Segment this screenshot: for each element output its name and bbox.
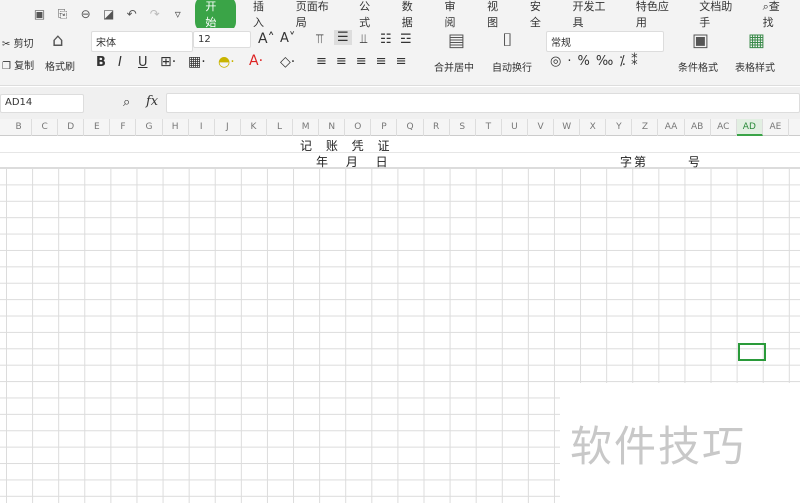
export-icon[interactable]: ⎘: [55, 6, 70, 22]
font-select[interactable]: 宋体: [91, 31, 193, 52]
ribbon: ✂ 剪切 ❐ 复制 ⌂ 格式刷 宋体 12 A˄ A˅ B I U ⊞· ▦· …: [0, 28, 800, 86]
table-style-button[interactable]: 表格样式: [735, 59, 775, 74]
customize-icon[interactable]: ▿: [170, 6, 185, 22]
save-icon[interactable]: ▣: [32, 6, 47, 22]
column-header-e[interactable]: E: [84, 119, 111, 136]
fill-color-icon[interactable]: ◓·: [218, 54, 235, 70]
undo-icon[interactable]: ↶: [124, 6, 139, 22]
column-header-ac[interactable]: AC: [711, 119, 737, 136]
column-header-g[interactable]: G: [137, 119, 163, 136]
voucher-title: 记 账 凭 证: [300, 139, 392, 153]
column-header-u[interactable]: U: [502, 119, 528, 136]
column-header-k[interactable]: K: [241, 119, 267, 136]
align-middle-icon[interactable]: ☰: [334, 30, 352, 45]
voucher-number-prefix: 字第: [620, 155, 649, 169]
column-header-y[interactable]: Y: [606, 119, 633, 136]
increase-font-icon[interactable]: A˄: [258, 31, 275, 47]
menu-bar: ▣ ⎘ ⊖ ◪ ↶ ↷ ▿ 开始 插入 页面布局 公式 数据 审阅 视图 安全 …: [0, 0, 800, 32]
column-header-w[interactable]: W: [554, 119, 581, 136]
cut-button[interactable]: ✂ 剪切: [2, 35, 34, 50]
wrap-text-button[interactable]: 自动换行: [492, 59, 532, 74]
redo-icon[interactable]: ↷: [147, 6, 162, 22]
preview-icon[interactable]: ◪: [101, 6, 116, 22]
column-header-d[interactable]: D: [58, 119, 85, 136]
conditional-format-button[interactable]: 条件格式: [678, 59, 718, 74]
border-icon[interactable]: ⊞·: [160, 54, 176, 70]
column-header-c[interactable]: C: [32, 119, 59, 136]
clear-icon[interactable]: ◇·: [280, 54, 295, 70]
column-header-t[interactable]: T: [476, 119, 502, 136]
print-icon[interactable]: ⊖: [78, 6, 93, 22]
selected-cell[interactable]: [738, 343, 766, 361]
merged-title-rows: [0, 136, 800, 168]
watermark: 软件技巧: [560, 383, 800, 503]
column-header-aa[interactable]: AA: [659, 119, 685, 136]
column-header-v[interactable]: V: [528, 119, 555, 136]
column-header-n[interactable]: N: [319, 119, 346, 136]
column-header-s[interactable]: S: [450, 119, 476, 136]
column-header-f[interactable]: F: [110, 119, 137, 136]
column-header-q[interactable]: Q: [398, 119, 424, 136]
column-headers: B C D E F G H I J K L M N O P Q R S T U V W X Y Z AA AB AC AD AE: [0, 119, 800, 136]
merge-icon: ▤: [448, 30, 466, 51]
number-format-icons[interactable]: ◎·%‰⁒⁑: [550, 54, 644, 69]
conditional-format-icon: ▣: [692, 30, 710, 51]
italic-button[interactable]: I: [118, 55, 122, 70]
column-header-m[interactable]: M: [293, 119, 320, 136]
underline-button[interactable]: U: [138, 55, 148, 70]
fill-pattern-icon[interactable]: ▦·: [188, 54, 206, 70]
name-box[interactable]: AD14: [0, 94, 84, 113]
horizontal-align-icons[interactable]: ≡≡≡≡≡: [316, 54, 415, 69]
font-size-select[interactable]: 12: [193, 31, 251, 48]
column-header-b[interactable]: B: [6, 119, 33, 136]
copy-button[interactable]: ❐ 复制: [2, 57, 34, 72]
cut-label: 剪切: [13, 39, 34, 50]
column-header-ae[interactable]: AE: [763, 119, 789, 136]
number-format-select[interactable]: 常规: [546, 31, 664, 52]
font-color-icon[interactable]: A·: [249, 53, 263, 69]
merge-center-button[interactable]: 合并居中: [434, 59, 474, 74]
orientation-icon[interactable]: ☲: [400, 32, 412, 47]
wrap-icon: ⌷: [502, 30, 513, 51]
formula-bar: AD14 ⌕ fx: [0, 87, 800, 119]
column-header-r[interactable]: R: [424, 119, 450, 136]
fx-button[interactable]: fx: [146, 94, 158, 109]
formula-input[interactable]: [166, 93, 800, 113]
align-bottom-icon[interactable]: ⫫: [360, 32, 367, 47]
column-header-p[interactable]: P: [371, 119, 398, 136]
column-header-j[interactable]: J: [215, 119, 241, 136]
format-painter-button[interactable]: 格式刷: [45, 58, 75, 73]
date-label: 年 月 日: [316, 155, 390, 169]
decrease-font-icon[interactable]: A˅: [280, 31, 295, 46]
watermark-text: 软件技巧: [570, 422, 747, 471]
column-header-i[interactable]: I: [189, 119, 215, 136]
column-header-z[interactable]: Z: [632, 119, 659, 136]
zoom-icon[interactable]: ⌕: [123, 95, 130, 110]
indent-icon[interactable]: ☷: [380, 32, 392, 47]
column-header-h[interactable]: H: [163, 119, 189, 136]
table-style-icon: ▦: [748, 30, 766, 51]
column-header-ab[interactable]: AB: [685, 119, 711, 136]
voucher-number-suffix: 号: [688, 155, 703, 169]
column-header-x[interactable]: X: [580, 119, 607, 136]
column-header-o[interactable]: O: [345, 119, 372, 136]
align-top-icon[interactable]: ⫪: [316, 32, 323, 47]
format-painter-icon: ⌂: [52, 30, 64, 51]
copy-label: 复制: [14, 61, 35, 72]
column-header-l[interactable]: L: [267, 119, 294, 136]
bold-button[interactable]: B: [96, 55, 106, 70]
column-header-ad[interactable]: AD: [736, 119, 763, 136]
